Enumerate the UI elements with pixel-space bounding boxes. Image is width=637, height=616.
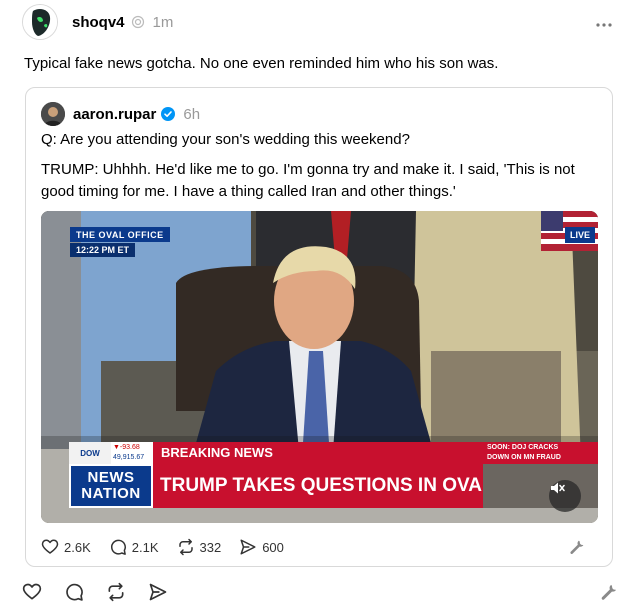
badge-outline-icon [131, 15, 144, 29]
reply-button[interactable]: 2.1K [109, 538, 159, 556]
repost-icon [178, 538, 193, 556]
quoted-question-text: Q: Are you attending your son's wedding … [41, 131, 410, 148]
more-horizontal-icon [596, 23, 612, 27]
post-repost-button[interactable] [106, 582, 126, 602]
quoted-username[interactable]: aaron.rupar [73, 106, 156, 123]
share-count: 600 [262, 539, 284, 555]
quoted-stats-bar: 2.6K 2.1K 332 600 [41, 535, 598, 559]
post-username[interactable]: shoqv4 [72, 14, 125, 31]
post-actions-bar [22, 580, 619, 604]
send-icon [240, 539, 256, 555]
network-logo: NEWS NATION [69, 464, 153, 508]
heart-icon [41, 539, 59, 554]
post-header: shoqv4 1m [22, 4, 621, 40]
upcoming-line2: DOWN ON MN FRAUD [487, 454, 561, 461]
repost-count: 332 [199, 539, 222, 555]
repost-icon [108, 582, 124, 602]
quoted-timestamp: 6h [183, 105, 201, 123]
upcoming-story-box: SOON: DOJ CRACKS DOWN ON MN FRAUD [483, 442, 598, 464]
dow-value: 49,915.67 [113, 454, 145, 461]
repost-button[interactable]: 332 [177, 538, 222, 556]
wrench-icon[interactable] [568, 538, 586, 556]
dow-label: DOW [69, 442, 111, 464]
quoted-post-card[interactable]: aaron.rupar 6h Q: Are you attending your… [25, 87, 613, 567]
quoted-avatar[interactable] [41, 102, 65, 126]
network-logo-line2: NATION [81, 485, 141, 502]
speaker-muted-icon [551, 482, 565, 494]
send-icon [149, 583, 167, 601]
headline-chyron: TRUMP TAKES QUESTIONS IN OVAL OFFICE [153, 464, 568, 508]
upcoming-line1: SOON: DOJ CRACKS [487, 444, 559, 451]
breaking-news-banner: BREAKING NEWS [153, 442, 483, 464]
alien-avatar-icon [23, 5, 57, 39]
upcoming-story-thumbnail [483, 464, 598, 508]
post-share-button[interactable] [148, 582, 168, 602]
heart-icon [22, 583, 42, 600]
verified-badge-icon [161, 107, 176, 121]
avatar[interactable] [22, 4, 58, 40]
dow-ticker: ▼-93.68 49,915.67 [111, 442, 153, 464]
post-reply-button[interactable] [64, 582, 84, 602]
clock-tag: 12:22 PM ET [70, 243, 136, 257]
quoted-post-header: aaron.rupar 6h [41, 102, 200, 126]
quoted-answer-text: TRUMP: Uhhhh. He'd like me to go. I'm go… [41, 161, 575, 200]
network-logo-line1: NEWS [87, 469, 135, 486]
reply-count: 2.1K [131, 539, 159, 555]
dow-change: ▼-93.68 [113, 444, 140, 451]
share-button[interactable]: 600 [239, 538, 284, 556]
comment-icon [110, 539, 126, 555]
location-tag: THE OVAL OFFICE [70, 227, 170, 242]
video-player[interactable]: THE OVAL OFFICE 12:22 PM ET LIVE DOW ▼-9… [41, 211, 598, 523]
post-text: Typical fake news gotcha. No one even re… [24, 55, 499, 72]
more-options-button[interactable] [595, 13, 613, 31]
like-count: 2.6K [64, 539, 91, 555]
comment-icon [66, 583, 83, 601]
person-avatar-icon [41, 102, 65, 126]
like-button[interactable]: 2.6K [41, 538, 91, 556]
wrench-icon[interactable] [599, 582, 619, 602]
live-badge: LIVE [564, 227, 595, 243]
post-timestamp: 1m [152, 13, 174, 31]
mute-button[interactable] [549, 480, 581, 512]
post-like-button[interactable] [22, 582, 42, 602]
